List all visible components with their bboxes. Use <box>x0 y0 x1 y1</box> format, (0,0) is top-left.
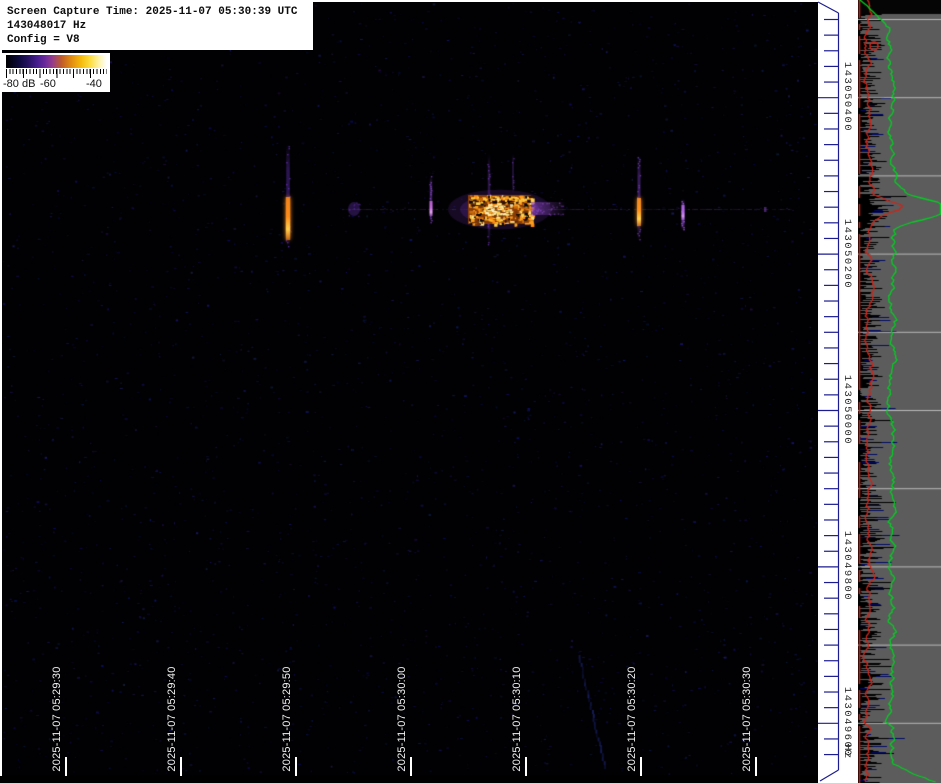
time-tick-mark <box>640 757 642 776</box>
capture-info-box: Screen Capture Time: 2025-11-07 05:30:39… <box>2 2 313 50</box>
time-tick-label: 2025-11-07 05:29:40 <box>166 666 178 772</box>
time-tick-mark <box>180 757 182 776</box>
freq-tick-label: 143050400 <box>841 61 853 133</box>
time-tick-label: 2025-11-07 05:30:10 <box>511 666 523 772</box>
freq-axis-unit: Hz <box>841 744 853 760</box>
freq-tick-label: 143050000 <box>841 374 853 446</box>
time-tick-mark <box>295 757 297 776</box>
center-frequency-text: 143048017 Hz <box>7 20 87 32</box>
time-tick-mark <box>525 757 527 776</box>
spectrum-side-panel <box>858 0 941 783</box>
time-tick-label: 2025-11-07 05:29:30 <box>51 666 63 772</box>
window-border-left <box>0 0 2 776</box>
colorbar-label-max: -40 <box>86 78 102 90</box>
colorbar-gradient <box>6 55 107 68</box>
colorbar-label-min: -80 dB <box>3 78 36 90</box>
colorbar-ticks <box>6 69 107 78</box>
spectrogram-capture-window: 2025-11-07 05:29:30 2025-11-07 05:29:40 … <box>0 0 941 783</box>
capture-time-text: Screen Capture Time: 2025-11-07 05:30:39… <box>7 6 298 18</box>
waterfall-spectrogram <box>2 2 818 775</box>
config-text: Config = V8 <box>7 34 80 46</box>
time-tick-mark <box>755 757 757 776</box>
freq-tick-label: 143050200 <box>841 218 853 290</box>
time-tick-label: 2025-11-07 05:29:50 <box>281 666 293 772</box>
freq-tick-label: 143049800 <box>841 530 853 602</box>
time-tick-label: 2025-11-07 05:30:20 <box>626 666 638 772</box>
time-tick-mark <box>410 757 412 776</box>
intensity-colorbar: -80 dB -60 -40 <box>2 53 110 92</box>
time-tick-label: 2025-11-07 05:30:30 <box>741 666 753 772</box>
colorbar-label-mid: -60 <box>40 78 56 90</box>
time-tick-mark <box>65 757 67 776</box>
time-tick-label: 2025-11-07 05:30:00 <box>396 666 408 772</box>
